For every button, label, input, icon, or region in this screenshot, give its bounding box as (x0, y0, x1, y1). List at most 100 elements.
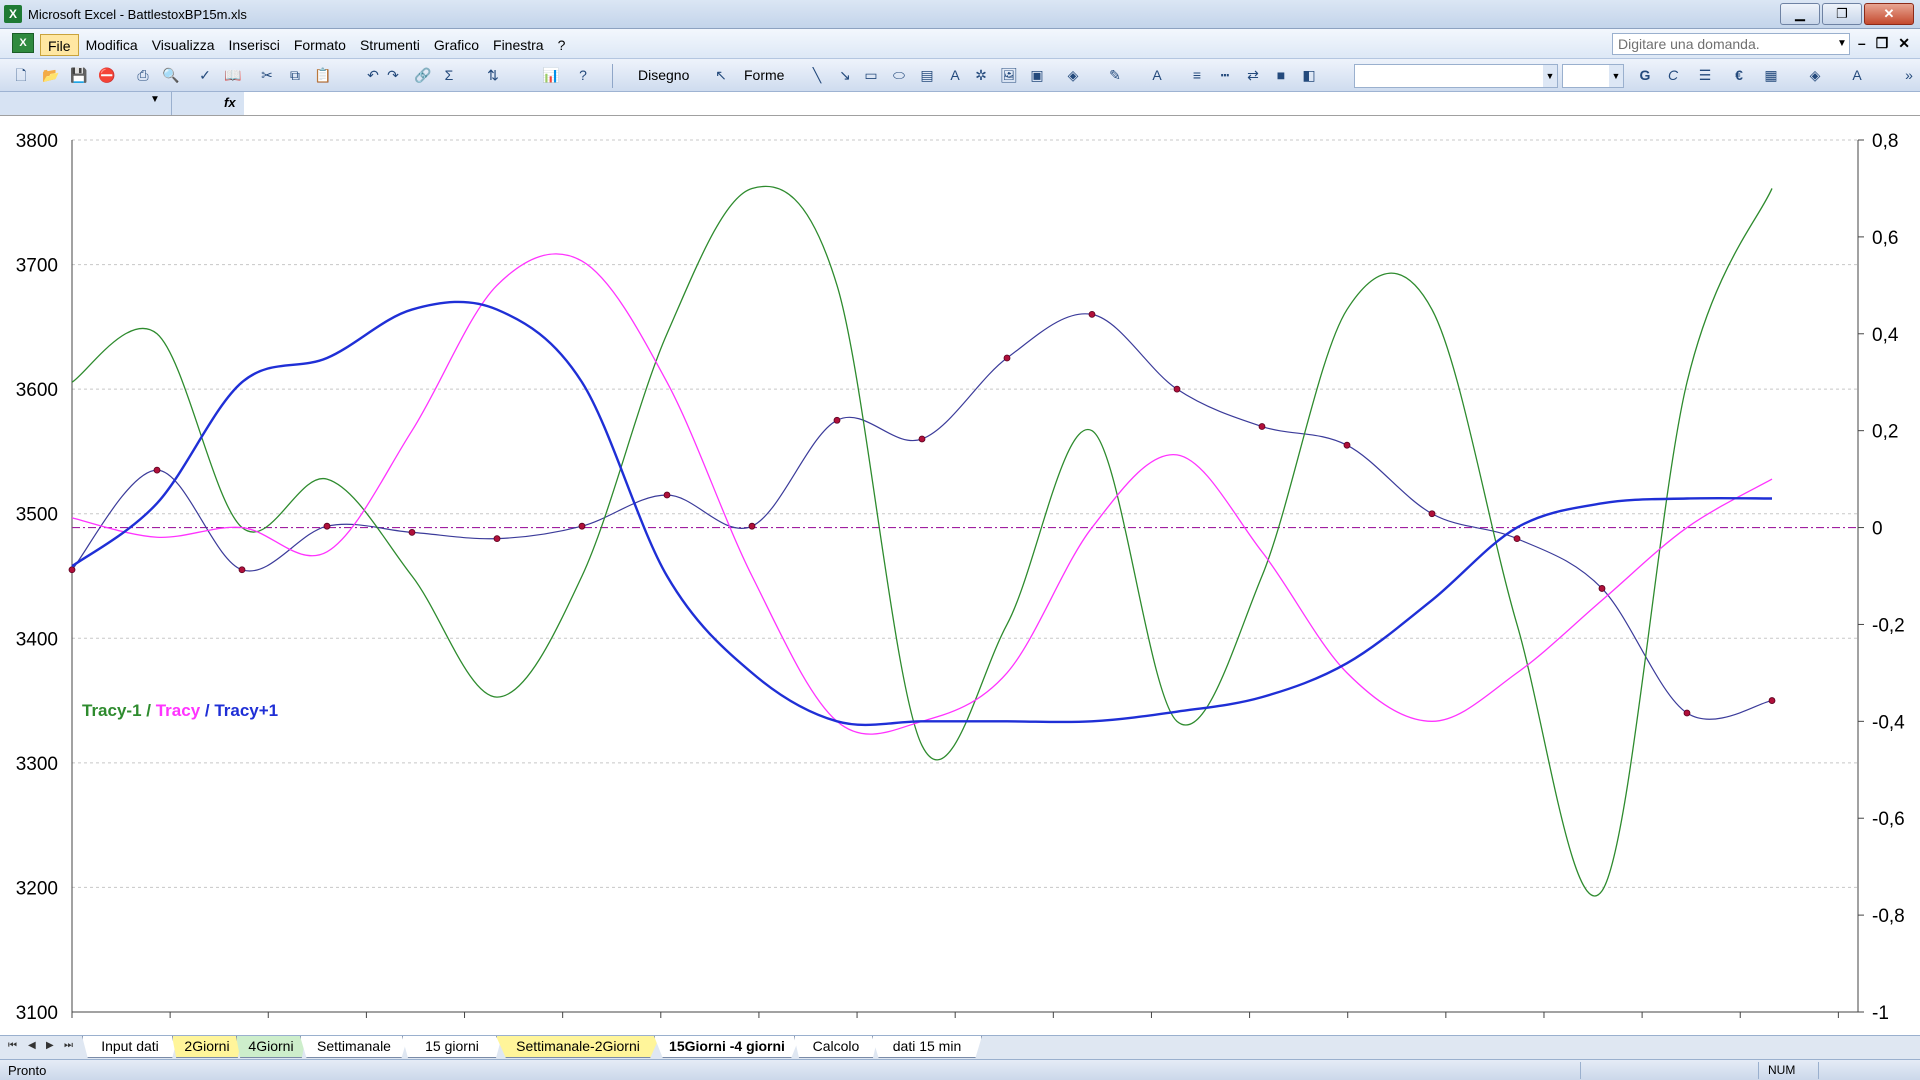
first-sheet-icon[interactable]: ⏮ (8, 1040, 17, 1051)
shapes-menu[interactable]: Forme (744, 67, 784, 83)
print-preview-icon[interactable]: 🔍 (162, 66, 180, 84)
doc-restore-icon[interactable]: ❐ (1876, 35, 1889, 52)
tab-settimanale-2giorni[interactable]: Settimanale-2Giorni (496, 1036, 660, 1058)
tab-2giorni[interactable]: 2Giorni (172, 1036, 242, 1058)
menu-file[interactable]: File (40, 34, 79, 56)
arrow-style-icon[interactable]: ⇄ (1244, 66, 1262, 84)
textbox-icon[interactable]: ▤ (918, 66, 936, 84)
price-point (1598, 585, 1606, 592)
borders-icon[interactable]: ▦ (1762, 66, 1780, 84)
fill-color-icon[interactable]: ◈ (1064, 66, 1082, 84)
chevron-down-icon[interactable]: ▼ (150, 94, 160, 105)
chart-svg[interactable]: 3800 3700 3600 3500 3400 3300 3200 3100 0,8 0,6 0,… (0, 116, 1920, 1035)
italic-button[interactable]: C (1664, 66, 1682, 84)
dash-style-icon[interactable]: ┅ (1216, 66, 1234, 84)
font-color-icon[interactable]: A (1148, 66, 1166, 84)
wordart-icon[interactable]: A (946, 66, 964, 84)
tab-15-giorni[interactable]: 15 giorni (402, 1036, 502, 1058)
line-style-icon[interactable]: ≡ (1188, 66, 1206, 84)
autosum-icon[interactable]: Σ (440, 66, 458, 84)
prev-sheet-icon[interactable]: ◀ (28, 1040, 36, 1051)
draw-menu[interactable]: Disegno (638, 67, 689, 83)
menu-inserisci[interactable]: Inserisci (221, 34, 286, 56)
right-tick-label: -0,4 (1872, 712, 1905, 733)
align-icon[interactable]: ☰ (1696, 66, 1714, 84)
menu-formato[interactable]: Formato (287, 34, 353, 56)
paste-icon[interactable]: 📋 (314, 66, 332, 84)
next-sheet-icon[interactable]: ▶ (46, 1040, 54, 1051)
chart-wizard-icon[interactable]: 📊 (542, 66, 560, 84)
close-button[interactable]: ✕ (1864, 3, 1914, 25)
clipart-icon[interactable]: 🖼 (1000, 66, 1018, 84)
doc-minimize-icon[interactable]: – (1858, 35, 1866, 52)
num-lock-indicator: NUM (1768, 1063, 1796, 1077)
permission-icon[interactable]: ⛔ (98, 66, 116, 84)
right-tick-label: -0,2 (1872, 615, 1905, 636)
legend-separator-1: / (142, 701, 156, 720)
price-point (1258, 423, 1266, 430)
shadow-icon[interactable]: ■ (1272, 66, 1290, 84)
diagram-icon[interactable]: ✲ (972, 66, 990, 84)
price-point (1343, 441, 1351, 449)
currency-button[interactable]: € (1730, 66, 1748, 84)
tab-15giorni-4giorni[interactable]: 15Giorni -4 giorni (654, 1036, 800, 1058)
price-point (238, 566, 246, 574)
redo-icon[interactable]: ↷ (384, 66, 402, 84)
price-point (1683, 709, 1691, 717)
bold-button[interactable]: G (1636, 66, 1654, 84)
menu-visualizza[interactable]: Visualizza (145, 34, 222, 56)
workbook-icon[interactable]: X (12, 33, 34, 53)
new-icon[interactable]: 🗋 (12, 66, 30, 84)
toolbar-options-icon[interactable]: » (1900, 66, 1918, 84)
line-color-icon[interactable]: ✎ (1106, 66, 1124, 84)
save-icon[interactable]: 💾 (70, 66, 88, 84)
cut-icon[interactable]: ✂ (258, 66, 276, 84)
tab-calcolo[interactable]: Calcolo (794, 1036, 878, 1058)
name-box[interactable]: ▼ (0, 92, 172, 115)
legend-separator-2: / (200, 701, 214, 720)
open-icon[interactable]: 📂 (42, 66, 60, 84)
ask-question-input[interactable]: Digitare una domanda. (1612, 33, 1850, 55)
help-icon[interactable]: ? (574, 66, 592, 84)
print-icon[interactable]: ⎙ (134, 66, 152, 84)
arrow-icon[interactable]: ↘ (836, 66, 854, 84)
chart-area[interactable]: 3800 3700 3600 3500 3400 3300 3200 3100 0,8 0,6 0,… (0, 116, 1920, 1035)
spelling-icon[interactable]: ✓ (196, 66, 214, 84)
oval-icon[interactable]: ⬭ (890, 66, 908, 84)
menu-strumenti[interactable]: Strumenti (353, 34, 427, 56)
copy-icon[interactable]: ⧉ (286, 66, 304, 84)
price-point (1513, 535, 1521, 543)
menu-grafico[interactable]: Grafico (427, 34, 486, 56)
rectangle-icon[interactable]: ▭ (862, 66, 880, 84)
tab-input-dati[interactable]: Input dati (82, 1036, 178, 1058)
right-tick-label: -0,6 (1872, 809, 1905, 830)
research-icon[interactable]: 📖 (224, 66, 242, 84)
fill-bucket-icon[interactable]: ◈ (1806, 66, 1824, 84)
select-pointer-icon[interactable]: ↖ (712, 66, 730, 84)
excel-icon: X (4, 5, 22, 23)
menu-help[interactable]: ? (551, 34, 573, 56)
tab-4giorni[interactable]: 4Giorni (236, 1036, 306, 1058)
right-tick-label: 0,8 (1872, 131, 1898, 152)
text-color-icon[interactable]: A (1848, 66, 1866, 84)
maximize-button[interactable]: ❐ (1822, 3, 1862, 25)
3d-icon[interactable]: ◧ (1300, 66, 1318, 84)
price-point (153, 466, 161, 474)
minimize-button[interactable]: ▁ (1780, 3, 1820, 25)
line-icon[interactable]: ╲ (808, 66, 826, 84)
menu-modifica[interactable]: Modifica (79, 34, 145, 56)
fx-icon[interactable]: fx (224, 95, 236, 110)
ask-dropdown-icon[interactable]: ▼ (1834, 33, 1850, 55)
price-point (1768, 697, 1776, 704)
font-name-combo[interactable]: ▼ (1354, 64, 1558, 88)
menu-finestra[interactable]: Finestra (486, 34, 551, 56)
picture-icon[interactable]: ▣ (1028, 66, 1046, 84)
undo-icon[interactable]: ↶ (364, 66, 382, 84)
sort-icon[interactable]: ⇅ (484, 66, 502, 84)
last-sheet-icon[interactable]: ⏭ (64, 1040, 73, 1051)
font-size-combo[interactable]: ▼ (1562, 64, 1624, 88)
hyperlink-icon[interactable]: 🔗 (414, 66, 432, 84)
tab-dati-15-min[interactable]: dati 15 min (872, 1036, 982, 1058)
doc-close-icon[interactable]: ✕ (1898, 35, 1910, 52)
tab-settimanale[interactable]: Settimanale (300, 1036, 408, 1058)
